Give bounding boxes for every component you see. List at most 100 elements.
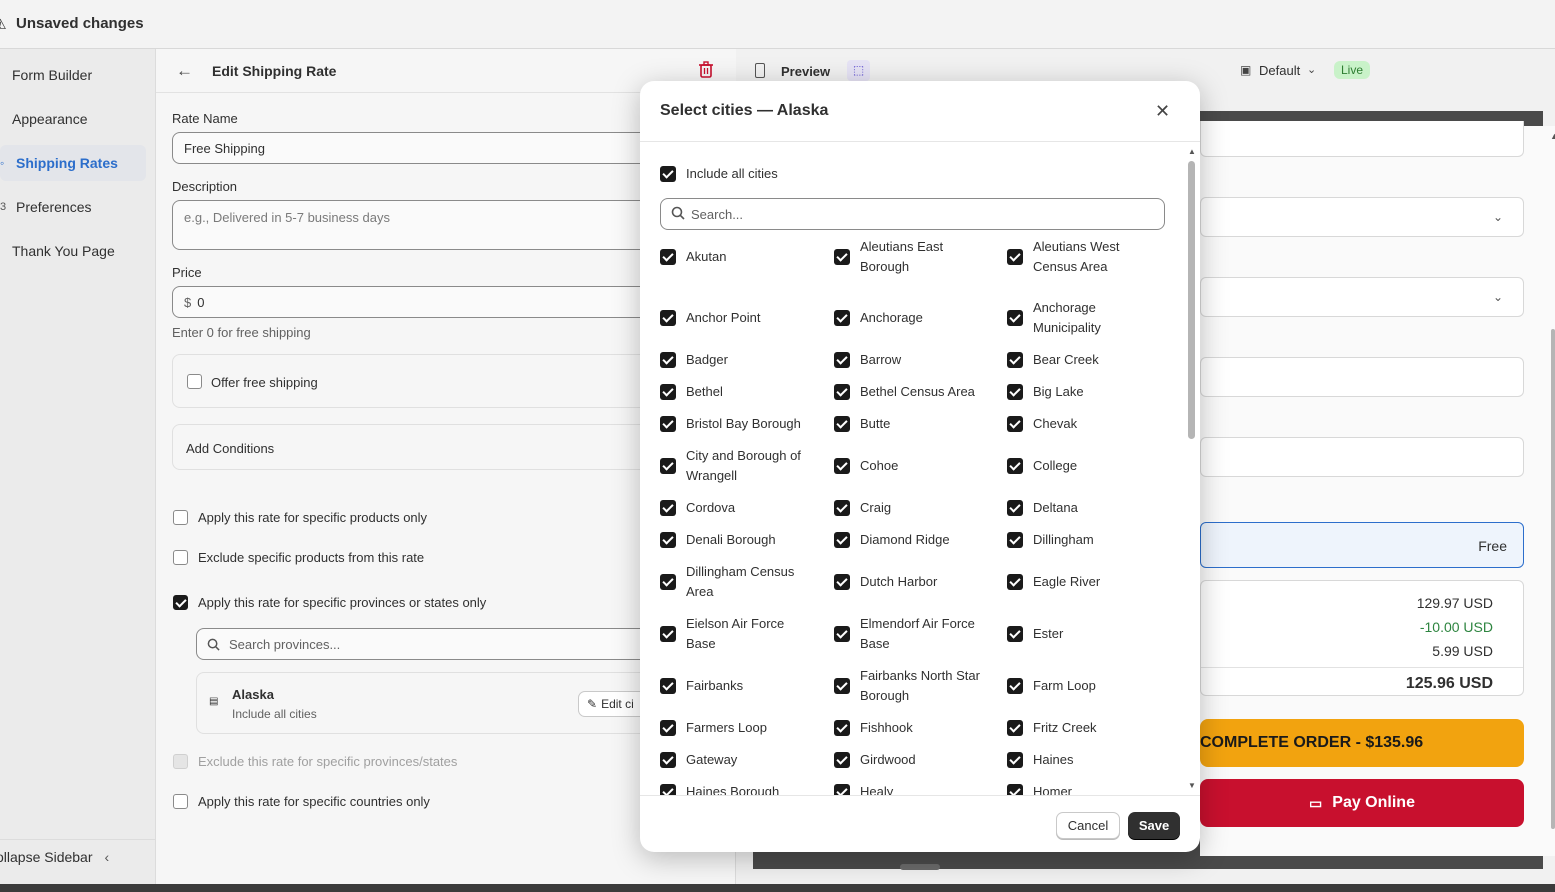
specific-provinces-checkbox[interactable]	[173, 595, 188, 610]
city-item[interactable]: Bear Creek	[1007, 350, 1161, 370]
city-item[interactable]: Denali Borough	[660, 530, 814, 550]
city-checkbox[interactable]	[1007, 752, 1023, 768]
arrow-left-icon[interactable]: ←	[176, 61, 193, 81]
city-item[interactable]: Bethel Census Area	[834, 382, 988, 402]
sidebar-item-appearance[interactable]: Appearance	[0, 101, 146, 137]
city-item[interactable]: Aleutians West Census Area	[1007, 237, 1161, 277]
mobile-device-icon[interactable]	[755, 63, 765, 78]
city-checkbox[interactable]	[1007, 784, 1023, 795]
scroll-down-arrow-icon[interactable]: ▼	[1188, 781, 1196, 790]
city-item[interactable]: Aleutians East Borough	[834, 237, 988, 277]
modal-scrollbar[interactable]: ▲ ▼	[1188, 147, 1196, 795]
specific-products-checkbox[interactable]	[173, 510, 188, 525]
city-item[interactable]: Eielson Air Force Base	[660, 614, 814, 654]
city-checkbox[interactable]	[1007, 500, 1023, 516]
city-checkbox[interactable]	[834, 310, 850, 326]
city-checkbox[interactable]	[660, 532, 676, 548]
city-item[interactable]: Anchorage	[834, 298, 988, 338]
city-checkbox[interactable]	[834, 458, 850, 474]
preview-field-1[interactable]	[1200, 121, 1524, 157]
city-item[interactable]: Anchorage Municipality	[1007, 298, 1161, 338]
city-checkbox[interactable]	[660, 752, 676, 768]
city-checkbox[interactable]	[660, 352, 676, 368]
city-checkbox[interactable]	[1007, 720, 1023, 736]
select-element-icon[interactable]: ⬚	[847, 60, 870, 81]
city-checkbox[interactable]	[1007, 416, 1023, 432]
scroll-up-arrow-icon[interactable]: ▲	[1188, 147, 1196, 156]
sidebar-item-preferences[interactable]: 3 Preferences	[0, 189, 146, 225]
price-input[interactable]: $ 0	[172, 286, 692, 318]
city-checkbox[interactable]	[834, 784, 850, 795]
city-item[interactable]: Big Lake	[1007, 382, 1161, 402]
city-item[interactable]: Healy	[834, 782, 988, 795]
city-checkbox[interactable]	[1007, 352, 1023, 368]
city-item[interactable]: College	[1007, 446, 1161, 486]
city-item[interactable]: Fairbanks	[660, 666, 814, 706]
city-item[interactable]: Bristol Bay Borough	[660, 414, 814, 434]
cancel-button[interactable]: Cancel	[1056, 812, 1120, 839]
city-item[interactable]: Dutch Harbor	[834, 562, 988, 602]
sidebar-item-form-builder[interactable]: Form Builder	[0, 57, 146, 93]
city-checkbox[interactable]	[660, 416, 676, 432]
city-item[interactable]: Eagle River	[1007, 562, 1161, 602]
city-item[interactable]: Cohoe	[834, 446, 988, 486]
exclude-products-checkbox[interactable]	[173, 550, 188, 565]
city-item[interactable]: Cordova	[660, 498, 814, 518]
include-all-checkbox[interactable]	[660, 166, 676, 182]
city-item[interactable]: Gateway	[660, 750, 814, 770]
city-item[interactable]: Anchor Point	[660, 298, 814, 338]
city-checkbox[interactable]	[660, 249, 676, 265]
include-all-cities-row[interactable]: Include all cities	[660, 164, 778, 184]
complete-order-button[interactable]: COMPLETE ORDER - $135.96	[1200, 719, 1524, 767]
preview-shipping-option[interactable]: Free	[1200, 522, 1524, 568]
city-checkbox[interactable]	[834, 720, 850, 736]
city-checkbox[interactable]	[660, 458, 676, 474]
city-item[interactable]: Fishhook	[834, 718, 988, 738]
preview-field-2[interactable]	[1200, 357, 1524, 397]
collapse-sidebar-button[interactable]: ollapse Sidebar ‹	[0, 849, 109, 865]
pay-online-button[interactable]: ▭ Pay Online	[1200, 779, 1524, 827]
preview-scrollbar-thumb[interactable]	[1551, 329, 1555, 829]
trash-icon[interactable]	[698, 61, 714, 79]
city-checkbox[interactable]	[660, 720, 676, 736]
city-checkbox[interactable]	[660, 626, 676, 642]
city-checkbox[interactable]	[834, 352, 850, 368]
city-checkbox[interactable]	[660, 574, 676, 590]
save-button[interactable]: Save	[1128, 812, 1180, 839]
city-checkbox[interactable]	[660, 784, 676, 795]
theme-dropdown[interactable]: Default	[1259, 63, 1300, 78]
city-checkbox[interactable]	[834, 574, 850, 590]
city-item[interactable]: Fairbanks North Star Borough	[834, 666, 988, 706]
city-checkbox[interactable]	[834, 416, 850, 432]
city-checkbox[interactable]	[1007, 532, 1023, 548]
city-checkbox[interactable]	[1007, 458, 1023, 474]
city-item[interactable]: Bethel	[660, 382, 814, 402]
city-checkbox[interactable]	[660, 500, 676, 516]
sidebar-item-shipping-rates[interactable]: ◦ Shipping Rates	[0, 145, 146, 181]
rate-name-input[interactable]: Free Shipping	[172, 132, 692, 164]
city-checkbox[interactable]	[1007, 310, 1023, 326]
preview-select-2[interactable]: ⌄	[1200, 277, 1524, 317]
city-item[interactable]: Ester	[1007, 614, 1161, 654]
city-search-input[interactable]: Search...	[660, 198, 1165, 230]
city-checkbox[interactable]	[1007, 626, 1023, 642]
city-item[interactable]: Deltana	[1007, 498, 1161, 518]
description-textarea[interactable]: e.g., Delivered in 5-7 business days	[172, 200, 692, 250]
city-item[interactable]: Dillingham Census Area	[660, 562, 814, 602]
city-item[interactable]: Haines	[1007, 750, 1161, 770]
city-item[interactable]: Akutan	[660, 237, 814, 277]
preview-select-1[interactable]: ⌄	[1200, 197, 1524, 237]
preview-field-3[interactable]	[1200, 437, 1524, 477]
city-checkbox[interactable]	[1007, 574, 1023, 590]
city-item[interactable]: Barrow	[834, 350, 988, 370]
city-checkbox[interactable]	[1007, 384, 1023, 400]
city-item[interactable]: Girdwood	[834, 750, 988, 770]
city-checkbox[interactable]	[660, 310, 676, 326]
city-item[interactable]: Badger	[660, 350, 814, 370]
city-checkbox[interactable]	[660, 678, 676, 694]
city-checkbox[interactable]	[834, 532, 850, 548]
close-icon[interactable]: ✕	[1155, 101, 1170, 122]
city-item[interactable]: Craig	[834, 498, 988, 518]
city-item[interactable]: City and Borough of Wrangell	[660, 446, 814, 486]
city-checkbox[interactable]	[834, 626, 850, 642]
